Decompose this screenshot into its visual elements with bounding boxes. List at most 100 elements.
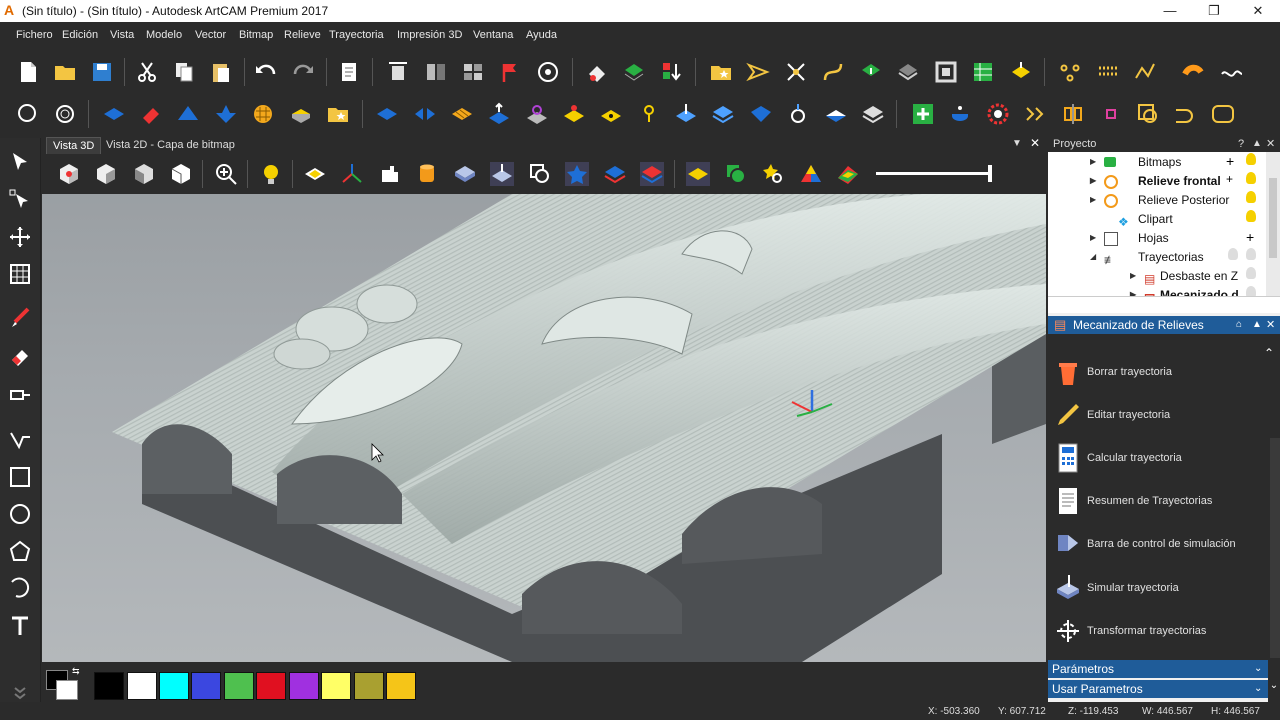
cut-icon[interactable] bbox=[135, 60, 159, 84]
axes-icon[interactable] bbox=[340, 162, 364, 186]
color-pyramid-icon[interactable] bbox=[799, 162, 823, 186]
eraser-icon[interactable] bbox=[8, 344, 32, 368]
menu-ayuda[interactable]: Ayuda bbox=[526, 29, 557, 41]
relieve-frontal-add-icon[interactable]: + bbox=[1226, 172, 1233, 186]
view-slider-handle[interactable] bbox=[988, 165, 992, 182]
menu-trayectoria[interactable]: Trayectoria bbox=[329, 29, 384, 41]
blue-star-icon[interactable] bbox=[565, 162, 589, 186]
polyline-icon[interactable] bbox=[1133, 60, 1157, 84]
orange-curve-icon[interactable] bbox=[1181, 60, 1205, 84]
polyline-draw-icon[interactable] bbox=[8, 427, 32, 451]
clipart-bulb-icon[interactable] bbox=[1246, 210, 1256, 222]
clipart-icon[interactable] bbox=[378, 162, 402, 186]
toolpath-home-icon[interactable]: ⌂ bbox=[1236, 316, 1242, 334]
menu-vector[interactable]: Vector bbox=[195, 29, 226, 41]
relieve-posterior-bulb-icon[interactable] bbox=[1246, 191, 1256, 203]
trayectorias-tool-icon[interactable] bbox=[1228, 248, 1238, 260]
calculate-toolpath-button[interactable]: Calcular trayectoria bbox=[1056, 443, 1266, 473]
swatch-olive[interactable] bbox=[354, 672, 384, 700]
simulate-toolpath-button[interactable]: Simular trayectoria bbox=[1056, 573, 1266, 603]
move-icon[interactable] bbox=[8, 225, 32, 249]
relieve-frontal-bulb-icon[interactable] bbox=[1246, 172, 1256, 184]
polygon-icon[interactable] bbox=[8, 539, 32, 563]
arrow-right-icon[interactable] bbox=[746, 60, 770, 84]
yellow-block-icon[interactable] bbox=[289, 102, 313, 126]
menu-modelo[interactable]: Modelo bbox=[146, 29, 182, 41]
circle-square-icon[interactable] bbox=[1136, 102, 1160, 126]
select-arrow-icon[interactable] bbox=[8, 150, 32, 174]
relief-diamond-icon[interactable] bbox=[859, 60, 883, 84]
chevron-down-icon[interactable]: ⌄ bbox=[1254, 660, 1262, 678]
layer-stack-icon[interactable] bbox=[896, 60, 920, 84]
notes-icon[interactable] bbox=[337, 60, 361, 84]
view-side-icon[interactable] bbox=[169, 162, 193, 186]
circle-icon[interactable] bbox=[8, 502, 32, 526]
swatch-black[interactable] bbox=[94, 672, 124, 700]
pink-square-icon[interactable] bbox=[1099, 102, 1123, 126]
add-green-icon[interactable] bbox=[911, 102, 935, 126]
purple-plane-icon[interactable] bbox=[525, 102, 549, 126]
parametros-section[interactable]: Parámetros ⌄ bbox=[1048, 660, 1268, 678]
extrude-up-icon[interactable] bbox=[487, 102, 511, 126]
green-circle-icon[interactable] bbox=[724, 162, 748, 186]
add-sheet-icon[interactable]: + bbox=[1246, 229, 1254, 245]
open-folder-icon[interactable] bbox=[53, 60, 77, 84]
tree-hscroll[interactable] bbox=[1048, 296, 1280, 313]
simulation-bar-button[interactable]: Barra de control de simulación bbox=[1056, 529, 1266, 559]
yellow-marker-icon[interactable] bbox=[637, 102, 661, 126]
light-bulb-icon[interactable] bbox=[259, 162, 283, 186]
yellow-plane-icon[interactable] bbox=[686, 162, 710, 186]
settings-dial-icon[interactable] bbox=[536, 60, 560, 84]
transform-toolpaths-button[interactable]: Transformar trayectorias bbox=[1056, 616, 1266, 646]
weave-icon[interactable] bbox=[251, 102, 275, 126]
swatch-purple[interactable] bbox=[289, 672, 319, 700]
blue-red-plane-icon[interactable] bbox=[603, 162, 627, 186]
add-bitmap-icon[interactable]: + bbox=[1226, 153, 1234, 169]
cylinder-icon[interactable] bbox=[415, 162, 439, 186]
blue-drop-icon[interactable] bbox=[948, 102, 972, 126]
pin-icon[interactable]: ▲ bbox=[1252, 136, 1262, 152]
toolpath-pin-icon[interactable]: ▲ bbox=[1252, 316, 1262, 334]
save-icon[interactable] bbox=[90, 60, 114, 84]
menu-impresion-3d[interactable]: Impresión 3D bbox=[397, 29, 462, 41]
scale-icon[interactable] bbox=[8, 262, 32, 286]
yellow-dot-icon[interactable] bbox=[599, 102, 623, 126]
dots-pattern-icon[interactable] bbox=[1096, 60, 1120, 84]
node-edit-icon[interactable] bbox=[784, 60, 808, 84]
model-size-icon[interactable] bbox=[386, 60, 410, 84]
blue-tilt-icon[interactable] bbox=[674, 102, 698, 126]
blue-shape-icon[interactable] bbox=[214, 102, 238, 126]
toolpath-view-icon[interactable] bbox=[490, 162, 514, 186]
scroll-down-icon[interactable]: ⌄ bbox=[1268, 680, 1280, 702]
yellow-sheet-icon[interactable] bbox=[303, 162, 327, 186]
green-diamond-icon[interactable] bbox=[622, 60, 646, 84]
arc-icon[interactable] bbox=[8, 576, 32, 600]
zoom-icon[interactable] bbox=[16, 102, 40, 126]
blue-box-icon[interactable] bbox=[453, 162, 477, 186]
bend-icon[interactable] bbox=[1174, 102, 1198, 126]
chevron-down-icon[interactable]: ⌄ bbox=[1254, 680, 1262, 698]
minimize-icon[interactable]: — bbox=[1150, 0, 1190, 22]
yellow-layer-icon[interactable] bbox=[1009, 60, 1033, 84]
view-front-icon[interactable] bbox=[132, 162, 156, 186]
menu-fichero[interactable]: Fichero bbox=[16, 29, 53, 41]
spreadsheet-icon[interactable] bbox=[971, 60, 995, 84]
tab-close-icon[interactable]: ✕ bbox=[1030, 136, 1040, 150]
mirror-orange-icon[interactable] bbox=[1061, 102, 1085, 126]
wave-icon[interactable] bbox=[1220, 60, 1244, 84]
view-slider-track[interactable] bbox=[876, 172, 992, 175]
tab-vista-2d[interactable]: Vista 2D - Capa de bitmap bbox=[100, 137, 241, 153]
copy-icon[interactable] bbox=[172, 60, 196, 84]
usar-parametros-section[interactable]: Usar Parametros ⌄ bbox=[1048, 680, 1268, 698]
menu-ventana[interactable]: Ventana bbox=[473, 29, 513, 41]
rounded-rect-icon[interactable] bbox=[1211, 102, 1235, 126]
eraser-red-icon[interactable] bbox=[585, 60, 609, 84]
rectangle-icon[interactable] bbox=[8, 465, 32, 489]
node-select-icon[interactable] bbox=[8, 188, 32, 212]
grid-tiles-icon[interactable] bbox=[461, 60, 485, 84]
star-search-icon[interactable] bbox=[761, 162, 785, 186]
blue-split-icon[interactable] bbox=[413, 102, 437, 126]
swatch-blue[interactable] bbox=[191, 672, 221, 700]
undo-icon[interactable] bbox=[254, 60, 278, 84]
menu-edicion[interactable]: Edición bbox=[62, 29, 98, 41]
